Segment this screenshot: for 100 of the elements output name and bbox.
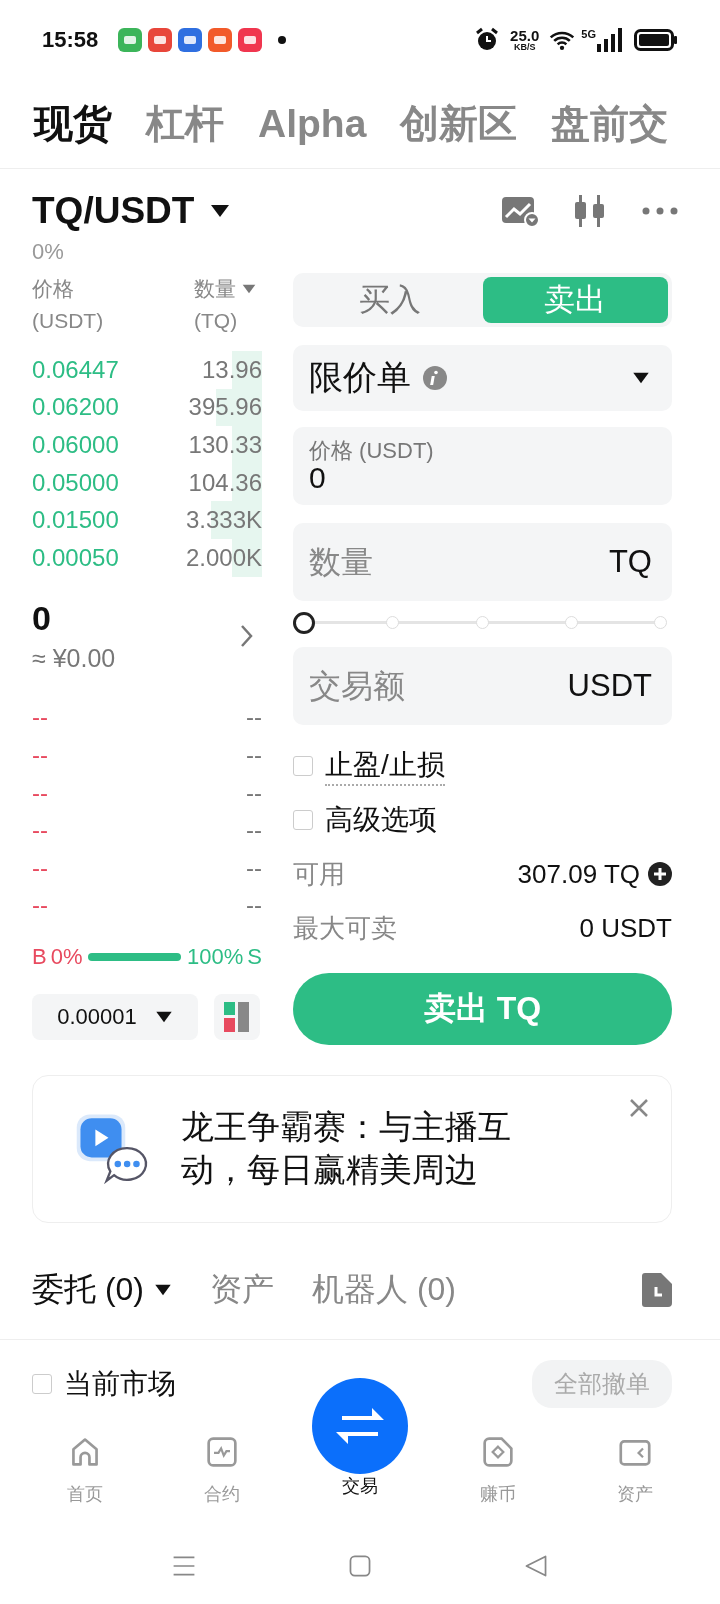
chart-icon bbox=[206, 1436, 239, 1468]
ask-price[interactable]: 0.00050 bbox=[32, 543, 119, 572]
bid-quantity: -- bbox=[246, 740, 262, 769]
slider-step-marker[interactable] bbox=[654, 616, 667, 629]
home-button-icon[interactable] bbox=[347, 1553, 373, 1579]
nav-item[interactable]: 交易 bbox=[305, 1380, 415, 1498]
ask-price[interactable]: 0.06000 bbox=[32, 431, 119, 459]
side-tab[interactable]: 买入 bbox=[297, 277, 483, 323]
checkbox[interactable] bbox=[293, 810, 313, 830]
swap-icon bbox=[312, 1378, 408, 1474]
orders-tab[interactable]: 委托 (0) bbox=[32, 1268, 172, 1312]
caret-icon bbox=[154, 1284, 172, 1296]
nav-item[interactable]: 合约 bbox=[167, 1412, 278, 1506]
slider-step-marker[interactable] bbox=[564, 616, 578, 629]
nav-item[interactable]: 赚币 bbox=[442, 1412, 553, 1506]
ask-quantity: 395.96 bbox=[188, 393, 262, 422]
battery-icon bbox=[634, 28, 678, 52]
notification-dot-icon bbox=[278, 36, 287, 44]
caret-icon bbox=[210, 204, 231, 218]
orders-tab[interactable]: 资产 bbox=[210, 1268, 274, 1312]
cancel-all-button[interactable]: 全部撤单 bbox=[532, 1360, 672, 1408]
nav-item[interactable]: 首页 bbox=[29, 1412, 140, 1506]
ask-row[interactable]: 0.06447 13.96 bbox=[32, 351, 262, 389]
signal-icon bbox=[596, 27, 622, 53]
quantity-header[interactable]: 数量 bbox=[194, 273, 256, 305]
caret-icon bbox=[632, 372, 650, 384]
market-tab[interactable]: 现货 bbox=[34, 97, 112, 151]
ask-row[interactable]: 0.06000 130.33 bbox=[32, 426, 262, 464]
alarm-icon bbox=[474, 27, 501, 53]
amount-unit-label: USDT bbox=[567, 668, 652, 704]
ask-price[interactable]: 0.05000 bbox=[32, 468, 119, 497]
sell-label: S bbox=[247, 944, 262, 971]
ask-quantity: 130.33 bbox=[188, 431, 262, 459]
chevron-right-icon[interactable] bbox=[240, 623, 254, 648]
diamond-icon bbox=[481, 1436, 514, 1468]
buy-label: B bbox=[32, 944, 47, 971]
market-tab[interactable]: Alpha bbox=[258, 102, 367, 146]
ask-quantity: 104.36 bbox=[188, 468, 262, 497]
fiat-price: ≈ ¥0.00 bbox=[32, 643, 116, 673]
order-type-dropdown[interactable]: 限价单 bbox=[293, 345, 672, 411]
slider-step-marker[interactable] bbox=[386, 616, 400, 629]
promo-banner[interactable]: 龙王争霸赛：与主播互动，每日赢精美周边 bbox=[32, 1075, 672, 1223]
sell-percentage: 100% bbox=[187, 944, 244, 971]
option-label[interactable]: 止盈/止损 bbox=[325, 746, 445, 786]
available-value: 307.09 TQ bbox=[517, 858, 640, 890]
price-input-field[interactable]: 价格 (USDT) 0 bbox=[293, 427, 672, 505]
option-label[interactable]: 高级选项 bbox=[325, 801, 437, 839]
bid-quantity: -- bbox=[246, 853, 262, 882]
pair-selector[interactable]: TQ/USDT bbox=[32, 190, 231, 232]
ask-row[interactable]: 0.00050 2.000K bbox=[32, 538, 262, 577]
market-tab[interactable]: 盘前交 bbox=[551, 97, 669, 151]
slider-step-marker[interactable] bbox=[475, 616, 489, 629]
price-change: 0% bbox=[32, 239, 64, 264]
checkbox[interactable] bbox=[32, 1374, 52, 1394]
checkbox[interactable] bbox=[293, 756, 313, 776]
network-speed: 25.0 bbox=[510, 28, 540, 43]
ask-row[interactable]: 0.06200 395.96 bbox=[32, 388, 262, 427]
ask-price[interactable]: 0.06447 bbox=[32, 355, 119, 384]
bid-quantity: -- bbox=[246, 816, 262, 845]
info-icon[interactable] bbox=[423, 366, 447, 390]
app-icon bbox=[238, 28, 263, 52]
slider-thumb[interactable] bbox=[293, 612, 315, 634]
orders-tab[interactable]: 机器人 (0) bbox=[312, 1268, 456, 1312]
ask-row[interactable]: 0.05000 104.36 bbox=[32, 463, 262, 502]
bid-quantity: -- bbox=[246, 891, 262, 920]
layout-button[interactable] bbox=[214, 994, 260, 1041]
bid-price[interactable]: -- bbox=[32, 853, 48, 882]
ask-price[interactable]: 0.01500 bbox=[32, 506, 119, 535]
bid-price[interactable]: -- bbox=[32, 703, 48, 732]
caret-icon bbox=[154, 1011, 173, 1024]
back-icon[interactable] bbox=[523, 1553, 549, 1579]
max-sell-value: 0 USDT bbox=[579, 912, 672, 944]
close-icon[interactable] bbox=[629, 1098, 649, 1118]
ask-row[interactable]: 0.01500 3.333K bbox=[32, 501, 262, 539]
bid-quantity: -- bbox=[246, 778, 262, 807]
bid-price[interactable]: -- bbox=[32, 778, 48, 807]
current-market-label[interactable]: 当前市场 bbox=[64, 1365, 176, 1403]
bid-price[interactable]: -- bbox=[32, 740, 48, 769]
quantity-unit-label: TQ bbox=[608, 544, 652, 580]
side-tab[interactable]: 卖出 bbox=[482, 277, 668, 323]
sell-button[interactable]: 卖出 TQ bbox=[293, 973, 672, 1045]
available-label: 可用 bbox=[293, 857, 346, 891]
bid-price[interactable]: -- bbox=[32, 816, 48, 845]
price-header: 价格 bbox=[32, 276, 75, 302]
caret-icon bbox=[242, 284, 256, 294]
precision-dropdown[interactable]: 0.00001 bbox=[32, 994, 198, 1041]
ask-quantity: 2.000K bbox=[185, 543, 262, 572]
menu-icon[interactable] bbox=[171, 1553, 197, 1579]
bid-price[interactable]: -- bbox=[32, 891, 48, 920]
history-document-icon[interactable] bbox=[642, 1273, 672, 1307]
nav-item[interactable]: 资产 bbox=[580, 1412, 691, 1506]
market-tab[interactable]: 创新区 bbox=[400, 97, 518, 151]
quantity-unit: (TQ) bbox=[194, 308, 238, 334]
app-icon bbox=[148, 28, 173, 52]
app-icon bbox=[178, 28, 203, 52]
market-tab[interactable]: 杠杆 bbox=[146, 97, 224, 151]
network-type: 5G bbox=[581, 28, 596, 40]
max-sell-label: 最大可卖 bbox=[293, 911, 398, 945]
ask-price[interactable]: 0.06200 bbox=[32, 393, 119, 422]
add-icon[interactable] bbox=[648, 862, 672, 886]
